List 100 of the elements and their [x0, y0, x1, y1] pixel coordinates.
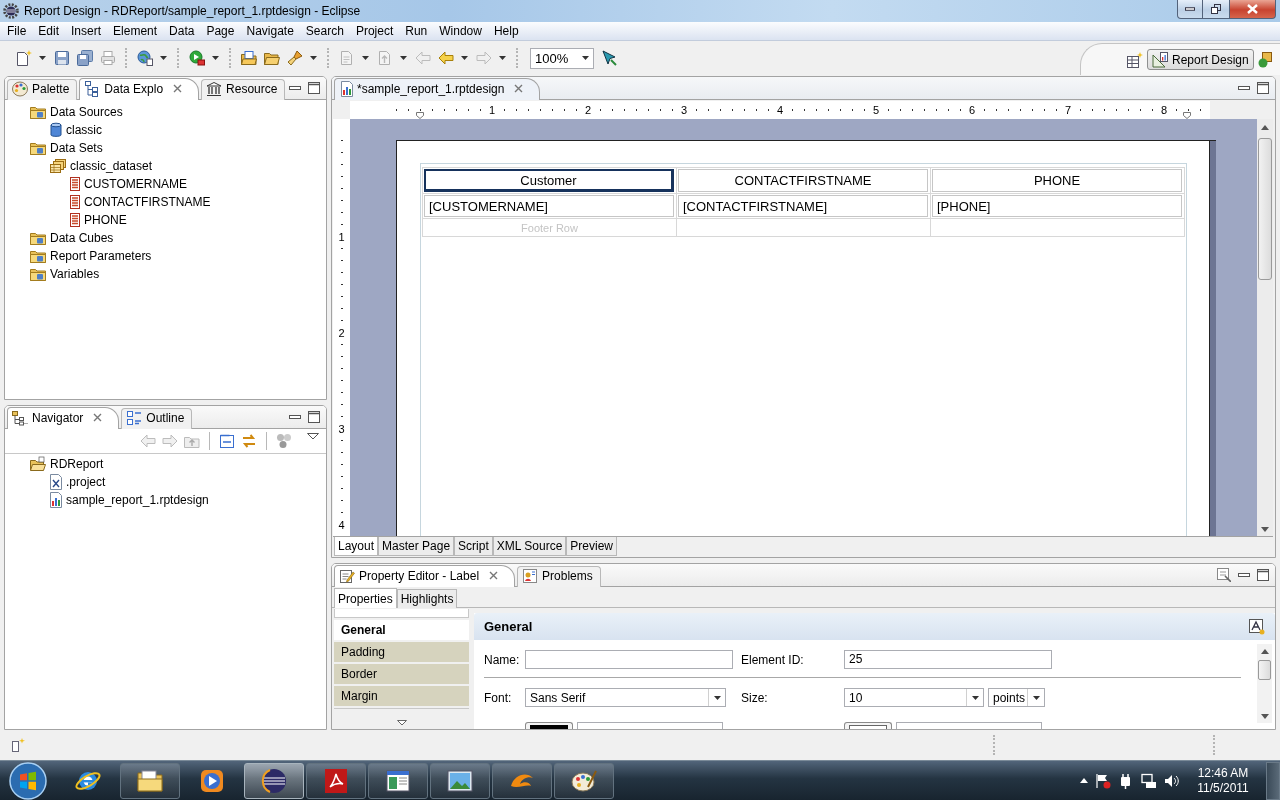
minimize-icon[interactable]	[1238, 573, 1250, 577]
category-item[interactable]: Padding	[334, 642, 469, 662]
network-icon[interactable]	[1141, 772, 1157, 789]
category-item[interactable]: Border	[334, 664, 469, 684]
menu-item[interactable]: Help	[487, 22, 525, 40]
tree-item[interactable]: CUSTOMERNAME	[70, 175, 188, 193]
scrollbar-thumb[interactable]	[1258, 138, 1272, 280]
caret-icon[interactable]	[310, 56, 317, 60]
taskbar-button[interactable]	[430, 762, 490, 799]
letter-box-icon[interactable]	[1249, 618, 1265, 635]
data-field[interactable]: [CONTACTFIRSTNAME]	[678, 195, 928, 217]
tree-item[interactable]: RDReport	[30, 455, 104, 473]
dropdown-field[interactable]: points	[988, 688, 1045, 707]
chevron-up-icon[interactable]	[1080, 778, 1088, 783]
new-file-icon[interactable]	[15, 50, 32, 66]
maximize-icon[interactable]	[308, 411, 320, 423]
vertical-scrollbar[interactable]	[1257, 644, 1272, 723]
caret-icon[interactable]	[39, 56, 46, 60]
tree-item[interactable]: classic	[50, 121, 102, 139]
dropdown-field[interactable]: 10	[844, 688, 984, 707]
menu-item[interactable]: Edit	[32, 22, 66, 40]
tree-item[interactable]: Data Cubes	[30, 229, 114, 247]
table-sparkle-icon[interactable]	[1127, 51, 1143, 68]
tree-item[interactable]: .project	[50, 473, 106, 491]
globe-icon[interactable]	[136, 50, 153, 66]
caret-icon[interactable]	[362, 56, 369, 60]
page-tab[interactable]: XML Source	[492, 537, 567, 556]
scrollbar-thumb[interactable]	[1258, 660, 1271, 680]
close-icon[interactable]	[489, 571, 499, 580]
close-icon[interactable]	[93, 413, 103, 422]
caret-icon[interactable]	[499, 56, 506, 60]
menu-item[interactable]: Search	[299, 22, 350, 40]
taskbar-button[interactable]	[244, 762, 304, 799]
dropdown-field[interactable]	[577, 722, 723, 729]
view-tab[interactable]: Problems	[517, 566, 601, 587]
maximize-icon[interactable]	[308, 82, 320, 94]
cursor-arrow-icon[interactable]	[601, 50, 618, 66]
taskbar-button[interactable]	[120, 762, 180, 799]
caret-icon[interactable]	[160, 56, 167, 60]
category-item[interactable]: Margin	[334, 686, 469, 706]
save-all-icon[interactable]	[76, 50, 93, 66]
menu-item[interactable]: Project	[349, 22, 400, 40]
taskbar-button[interactable]	[368, 762, 428, 799]
stack-icon[interactable]	[1257, 51, 1274, 68]
menu-item[interactable]: Page	[200, 22, 241, 40]
page-tab[interactable]: Script	[454, 537, 493, 556]
menu-item[interactable]: Window	[433, 22, 488, 40]
color-picker-button[interactable]	[844, 722, 892, 729]
menu-item[interactable]: File	[1, 22, 33, 40]
data-field[interactable]: [PHONE]	[932, 195, 1182, 217]
page-tab[interactable]: Preview	[566, 537, 618, 556]
text-field[interactable]: 25	[844, 650, 1052, 669]
view-tab[interactable]: Navigator	[7, 407, 120, 429]
maximize-icon[interactable]	[1257, 569, 1269, 581]
sub-tab[interactable]: Highlights	[396, 589, 458, 608]
close-icon[interactable]	[514, 84, 524, 93]
open-file-icon[interactable]	[240, 50, 257, 66]
scroll-down-icon[interactable]	[1260, 714, 1269, 719]
filter-icon[interactable]	[276, 433, 292, 449]
menu-item[interactable]: Navigate	[240, 22, 300, 40]
menu-item[interactable]: Data	[163, 22, 201, 40]
taskbar-button[interactable]	[306, 762, 366, 799]
caret-icon[interactable]	[461, 56, 468, 60]
back-icon[interactable]	[437, 50, 454, 66]
close-button[interactable]	[1230, 0, 1276, 19]
restore-button[interactable]	[1203, 0, 1230, 19]
scroll-down-icon[interactable]	[396, 720, 407, 726]
tree-item[interactable]: Data Sets	[30, 139, 103, 157]
taskbar-clock[interactable]: 12:46 AM 11/5/2011	[1187, 765, 1259, 796]
open-folder-icon[interactable]	[263, 50, 280, 66]
page-sparkle-icon[interactable]	[12, 738, 26, 752]
dropdown-field[interactable]: Sans Serif	[525, 688, 726, 707]
tree-item[interactable]: classic_dataset	[50, 157, 153, 175]
caret-icon[interactable]	[212, 56, 219, 60]
minimize-icon[interactable]	[1238, 86, 1250, 90]
tree-item[interactable]: Data Sources	[30, 103, 123, 121]
menu-item[interactable]: Insert	[65, 22, 108, 40]
start-button[interactable]	[8, 760, 48, 800]
scroll-up-icon[interactable]	[1260, 649, 1269, 654]
footer-cell[interactable]	[931, 219, 1185, 237]
collapse-all-icon[interactable]	[219, 433, 235, 449]
perspective-button[interactable]: Report Design	[1147, 49, 1254, 70]
page-tab[interactable]: Master Page	[378, 537, 455, 556]
maximize-icon[interactable]	[1257, 82, 1269, 94]
sub-tab[interactable]: Properties	[334, 588, 397, 608]
footer-cell[interactable]	[677, 219, 931, 237]
caret-icon[interactable]	[400, 56, 407, 60]
dropdown-field[interactable]	[896, 722, 1042, 729]
view-tab[interactable]: Outline	[121, 408, 193, 429]
run-icon[interactable]	[188, 50, 205, 66]
minimize-icon[interactable]	[289, 86, 301, 90]
data-field[interactable]: [CUSTOMERNAME]	[424, 195, 674, 217]
category-item[interactable]: General	[334, 620, 469, 640]
color-picker-button[interactable]	[525, 722, 573, 729]
tree-item[interactable]: sample_report_1.rptdesign	[50, 491, 209, 509]
brush-icon[interactable]	[286, 50, 303, 66]
column-header-label[interactable]: CONTACTFIRSTNAME	[678, 169, 928, 192]
page-tab[interactable]: Layout	[334, 537, 379, 556]
tree-item[interactable]: CONTACTFIRSTNAME	[70, 193, 211, 211]
vertical-scrollbar[interactable]	[1257, 119, 1273, 536]
